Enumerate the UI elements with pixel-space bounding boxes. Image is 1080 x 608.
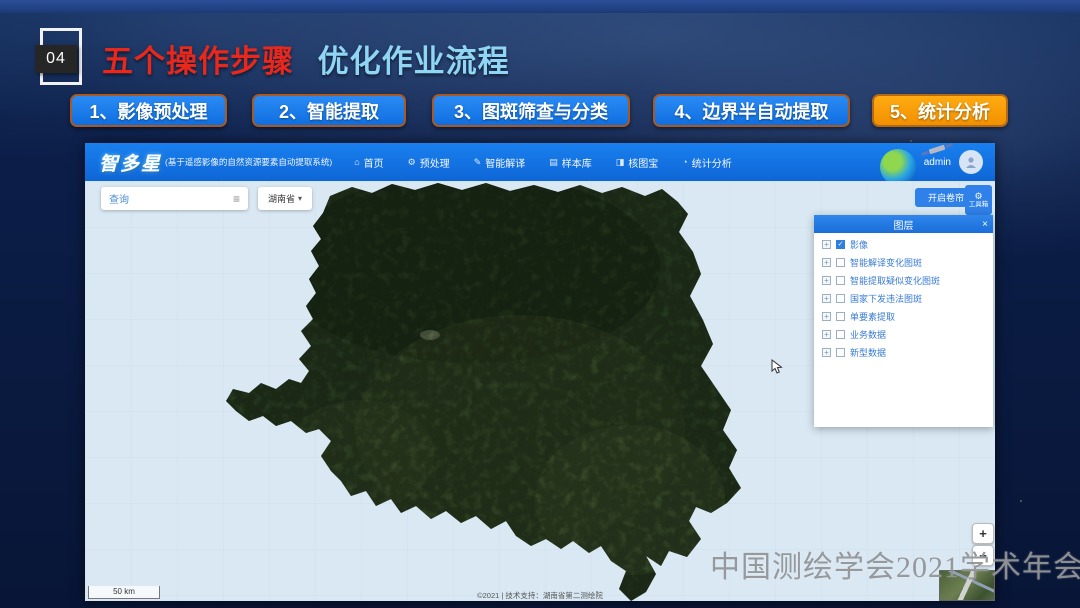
expand-icon[interactable]: + [822, 348, 831, 357]
nav-label: 预处理 [420, 155, 450, 170]
app-logo: 智多星 [99, 149, 162, 176]
layer-checkbox[interactable] [836, 276, 845, 285]
expand-icon[interactable]: + [822, 258, 831, 267]
layers-panel-header: × 图层 × [814, 215, 993, 233]
app-logo-subtitle: (基于遥感影像的自然资源要素自动提取系统) [165, 156, 332, 168]
user-avatar[interactable] [959, 150, 983, 174]
nav-item-checkmap[interactable]: ◨ 核图宝 [616, 155, 659, 170]
expand-icon[interactable]: + [822, 312, 831, 321]
globe-illustration [880, 149, 916, 185]
app-header: 智多星 (基于遥感影像的自然资源要素自动提取系统) ⌂ 首页 ⚙ 预处理 ✎ 智… [85, 143, 995, 181]
preprocess-icon: ⚙ [408, 157, 416, 168]
layer-row-business-data[interactable]: + 业务数据 [822, 328, 993, 342]
layers-panel-title: 图层 [830, 217, 977, 232]
expand-icon[interactable]: + [822, 276, 831, 285]
search-box[interactable]: 查询 ≡ [101, 187, 248, 210]
interpret-icon: ✎ [474, 157, 482, 168]
nav-label: 核图宝 [628, 155, 658, 170]
slide-number: 04 [35, 45, 77, 73]
expand-icon[interactable]: + [822, 294, 831, 303]
conference-watermark: 中国测绘学会2021学术年会 [710, 542, 1080, 586]
nav-label: 首页 [364, 155, 384, 170]
layer-row-imagery[interactable]: + ✓ 影像 [822, 238, 993, 252]
map-canvas[interactable]: 查询 ≡ 湖南省 ▾ 开启卷帘 ⚙ 工具箱 × 图层 × + ✓ [85, 181, 995, 601]
nav-item-preprocess[interactable]: ⚙ 预处理 [408, 155, 450, 170]
search-input[interactable]: 查询 [109, 191, 233, 206]
close-icon[interactable]: × [977, 219, 993, 230]
nav-label: 样本库 [562, 155, 592, 170]
step-button-3[interactable]: 3、图斑筛查与分类 [432, 94, 630, 127]
slide-background: 04 五个操作步骤 优化作业流程 1、影像预处理 2、智能提取 3、图斑筛查与分… [0, 0, 1080, 608]
toolbox-button[interactable]: ⚙ 工具箱 [965, 185, 992, 215]
step-button-1[interactable]: 1、影像预处理 [70, 94, 227, 127]
page-title-main: 五个操作步骤 [102, 44, 294, 79]
layer-row-interpret-change[interactable]: + 智能解译变化图斑 [822, 256, 993, 270]
nav-item-interpret[interactable]: ✎ 智能解译 [474, 155, 526, 170]
stats-icon: ◔ [682, 157, 687, 167]
page-title-sub: 优化作业流程 [318, 44, 510, 79]
layer-checkbox[interactable] [836, 258, 845, 267]
layer-checkbox[interactable]: ✓ [836, 240, 845, 249]
layer-row-suspect-change[interactable]: + 智能提取疑似变化图斑 [822, 274, 993, 288]
layer-row-single-feature[interactable]: + 单要素提取 [822, 310, 993, 324]
toolbox-label: 工具箱 [969, 201, 989, 209]
person-icon [964, 155, 978, 169]
nav-item-home[interactable]: ⌂ 首页 [354, 155, 383, 170]
layer-checkbox[interactable] [836, 312, 845, 321]
layer-row-new-data[interactable]: + 新型数据 [822, 346, 993, 360]
province-select[interactable]: 湖南省 ▾ [258, 187, 312, 210]
layer-checkbox[interactable] [836, 330, 845, 339]
step-button-5[interactable]: 5、统计分析 [872, 94, 1008, 127]
step-button-2[interactable]: 2、智能提取 [252, 94, 406, 127]
map-attribution: ©2021 | 技术支持：湖南省第二测绘院 [85, 590, 995, 601]
nav-item-samples[interactable]: ▤ 样本库 [549, 155, 592, 170]
chevron-down-icon: ▾ [298, 194, 302, 203]
home-icon: ⌂ [354, 157, 359, 167]
layer-checkbox[interactable] [836, 294, 845, 303]
expand-icon[interactable]: + [822, 330, 831, 339]
province-satellite-layer [215, 181, 760, 601]
header-right: admin [880, 139, 983, 185]
layer-row-national-illegal[interactable]: + 国家下发违法图斑 [822, 292, 993, 306]
page-title: 五个操作步骤 优化作业流程 [102, 36, 510, 81]
sky-strip [0, 0, 1080, 13]
toolbox-icon: ⚙ [974, 192, 982, 201]
zoom-in-button[interactable]: + [972, 523, 994, 544]
username-label: admin [924, 157, 951, 168]
nav-label: 智能解译 [485, 155, 525, 170]
samples-icon: ▤ [549, 157, 558, 168]
app-window: 智多星 (基于遥感影像的自然资源要素自动提取系统) ⌂ 首页 ⚙ 预处理 ✎ 智… [85, 143, 995, 601]
expand-icon[interactable]: + [822, 240, 831, 249]
menu-icon[interactable]: ≡ [233, 192, 240, 206]
mouse-cursor [770, 359, 784, 375]
layers-panel: × 图层 × + ✓ 影像 + 智能解译变化图斑 + 智能提取疑似变 [814, 215, 993, 427]
main-nav: ⌂ 首页 ⚙ 预处理 ✎ 智能解译 ▤ 样本库 ◨ 核图宝 [354, 155, 732, 170]
nav-item-stats[interactable]: ◔ 统计分析 [682, 155, 731, 170]
layer-checkbox[interactable] [836, 348, 845, 357]
province-value: 湖南省 [268, 192, 295, 205]
satellite-icon [929, 145, 946, 155]
nav-label: 统计分析 [692, 155, 732, 170]
step-button-4[interactable]: 4、边界半自动提取 [653, 94, 850, 127]
steps-row: 1、影像预处理 2、智能提取 3、图斑筛查与分类 4、边界半自动提取 5、统计分… [0, 94, 1080, 128]
checkmap-icon: ◨ [616, 157, 625, 168]
